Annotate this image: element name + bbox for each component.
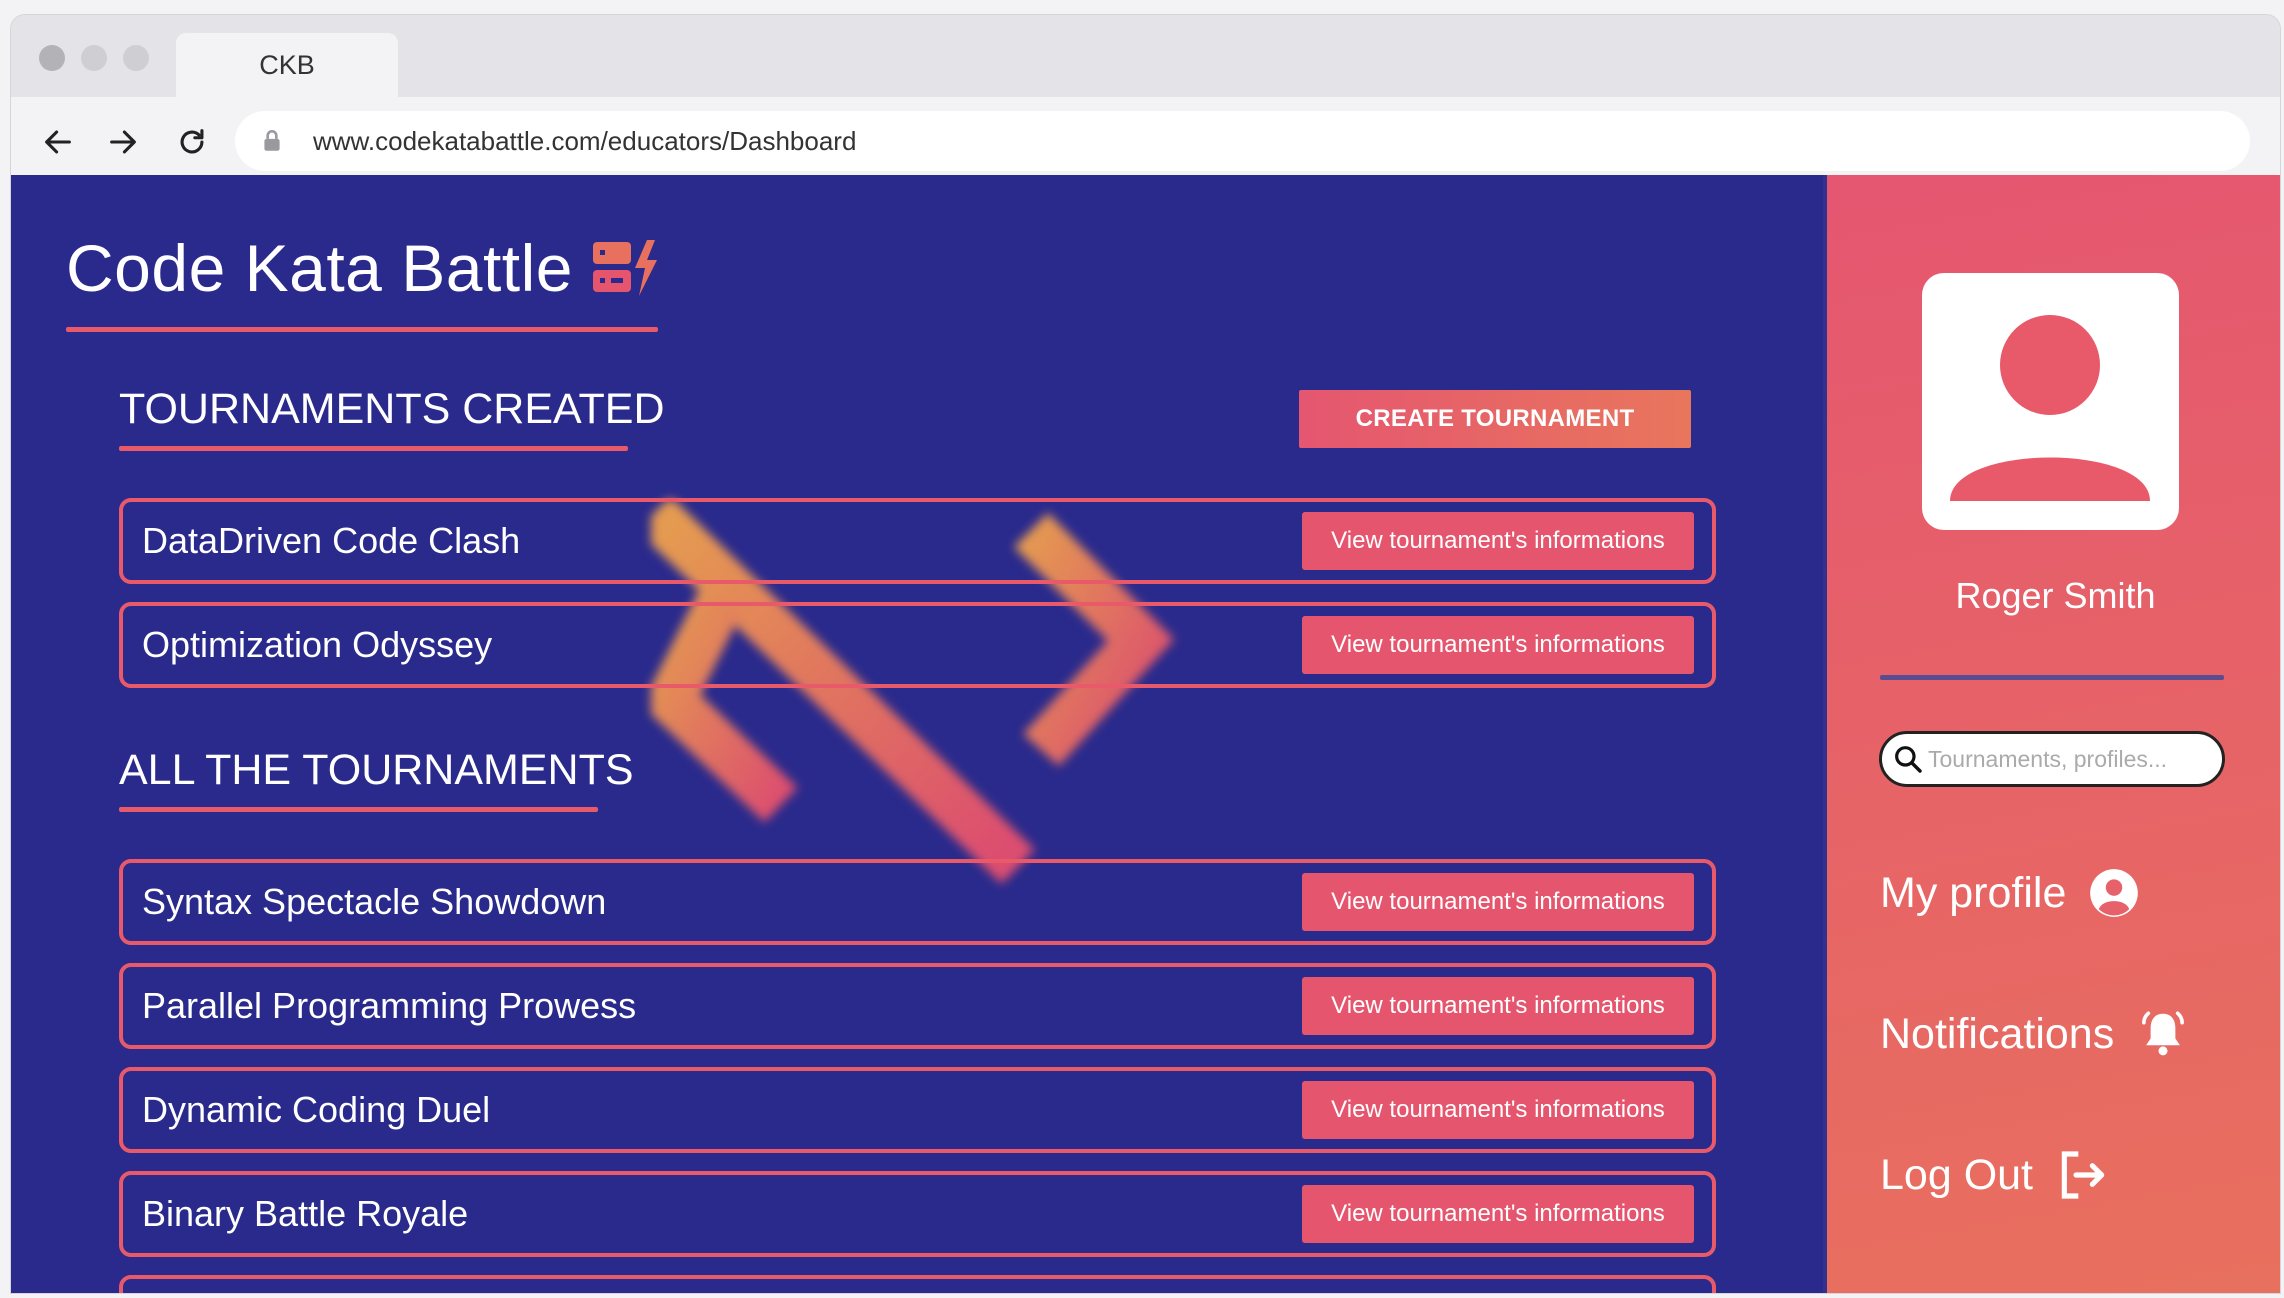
user-name: Roger Smith xyxy=(1955,575,2156,616)
sidebar-item-log-out[interactable]: Log Out xyxy=(1880,1147,2111,1203)
tournament-name: Optimization Odyssey xyxy=(142,624,493,665)
search-input[interactable] xyxy=(1928,745,2208,773)
sidebar-item-notifications[interactable]: Notifications xyxy=(1880,1007,2190,1061)
sidebar-item-label: My profile xyxy=(1880,868,2067,917)
browser-window: CKB www.codekatabattle.com/educators/Das… xyxy=(11,15,2280,1293)
tournament-row: Dynamic Coding Duel View tournament's in… xyxy=(119,1067,1716,1153)
app-viewport: Code Kata Battle TOURNAMENTS CREATED CRE… xyxy=(11,175,2280,1293)
url-text: www.codekatabattle.com/educators/Dashboa… xyxy=(313,125,857,156)
tournament-row: DataDriven Code Clash View tournament's … xyxy=(119,498,1716,584)
brand-logo-icon xyxy=(593,240,657,296)
tournament-row: Binary Battle Royale View tournament's i… xyxy=(119,1171,1716,1257)
sidebar-item-my-profile[interactable]: My profile xyxy=(1880,867,2140,919)
window-maximize-control[interactable] xyxy=(123,45,149,71)
sidebar-item-label: Notifications xyxy=(1880,1009,2115,1058)
window-close-control[interactable] xyxy=(39,45,65,71)
view-tournament-button[interactable]: View tournament's informations xyxy=(1302,1081,1694,1139)
all-section-underline xyxy=(119,807,598,812)
tournament-row: Optimization Odyssey View tournament's i… xyxy=(119,602,1716,688)
window-minimize-control[interactable] xyxy=(81,45,107,71)
tournament-name: Syntax Spectacle Showdown xyxy=(142,881,607,922)
created-section-underline xyxy=(119,446,628,451)
user-circle-icon xyxy=(2090,869,2139,917)
address-bar[interactable]: www.codekatabattle.com/educators/Dashboa… xyxy=(235,111,2250,171)
brand-title: Code Kata Battle xyxy=(66,231,573,305)
browser-titlebar: CKB xyxy=(11,15,2280,97)
arrow-right-icon xyxy=(110,130,136,154)
view-tournament-button[interactable]: View tournament's informations xyxy=(1302,512,1694,570)
tournament-name: Binary Battle Royale xyxy=(142,1193,469,1234)
tournament-name: Dynamic Coding Duel xyxy=(142,1089,491,1130)
create-tournament-button[interactable]: CREATE TOURNAMENT xyxy=(1299,390,1691,448)
view-tournament-button[interactable]: View tournament's informations xyxy=(1302,977,1694,1035)
created-section-title: TOURNAMENTS CREATED xyxy=(119,385,665,433)
main-content: Code Kata Battle TOURNAMENTS CREATED CRE… xyxy=(11,175,1823,1293)
view-tournament-button[interactable]: View tournament's informations xyxy=(1302,873,1694,931)
all-section-title: ALL THE TOURNAMENTS xyxy=(119,746,634,794)
avatar[interactable] xyxy=(1922,273,2179,530)
tournament-name: Parallel Programming Prowess xyxy=(142,985,637,1026)
back-button[interactable] xyxy=(33,117,83,167)
tournament-name: DataDriven Code Clash xyxy=(142,520,521,561)
view-tournament-button[interactable]: View tournament's informations xyxy=(1302,616,1694,674)
sidebar-divider xyxy=(1880,675,2224,680)
reload-icon xyxy=(180,129,204,154)
view-tournament-button[interactable]: View tournament's informations xyxy=(1302,1185,1694,1243)
forward-button[interactable] xyxy=(98,117,148,167)
reload-button[interactable] xyxy=(167,117,217,167)
search-box[interactable] xyxy=(1879,731,2225,787)
brand: Code Kata Battle xyxy=(66,230,661,306)
bell-icon xyxy=(2142,1011,2185,1056)
sidebar: Roger Smith My profile Notifications Log… xyxy=(1823,175,2280,1293)
arrow-left-icon xyxy=(45,130,71,154)
brand-underline xyxy=(66,327,658,332)
tournament-row: Syntax Spectacle Showdown View tournamen… xyxy=(119,859,1716,945)
tournament-row-partial xyxy=(119,1275,1716,1293)
user-avatar-icon xyxy=(1950,315,2150,501)
lock-icon xyxy=(264,129,280,151)
browser-tab[interactable]: CKB xyxy=(176,33,398,97)
tournament-row: Parallel Programming Prowess View tourna… xyxy=(119,963,1716,1049)
sidebar-item-label: Log Out xyxy=(1880,1150,2033,1199)
search-icon xyxy=(1895,746,1922,773)
logout-icon xyxy=(2061,1151,2105,1199)
